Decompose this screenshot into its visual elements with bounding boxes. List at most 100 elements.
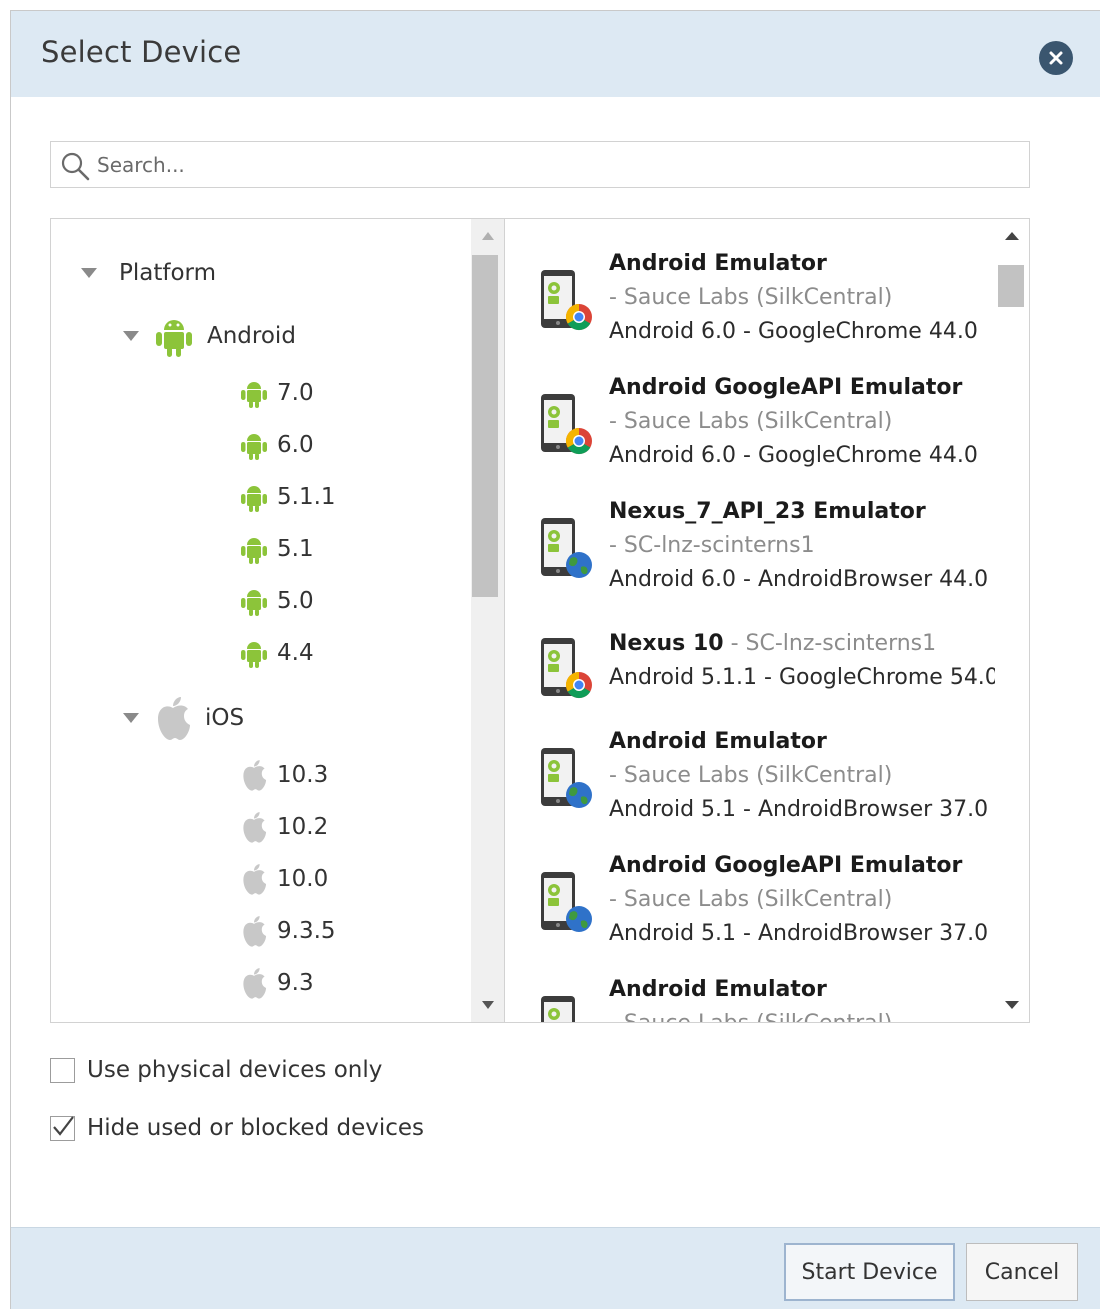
device-source: - Sauce Labs (SilkCentral) [609,887,893,912]
arrow-up-icon [482,232,494,240]
chrome-icon [565,303,592,331]
tree-node-ios-version[interactable]: 10.3 [239,755,328,795]
search-input[interactable] [97,148,1017,182]
tree-node-ios-version[interactable]: 10.0 [239,859,328,899]
device-list: Android Emulator - Sauce Labs (SilkCentra… [504,218,1030,1023]
device-text: Android GoogleAPI Emulator - Sauce Labs (… [609,371,978,473]
tree-node-ios-version[interactable]: 9.3 [239,963,314,1003]
device-source: - Sauce Labs (SilkCentral) [609,763,893,788]
tree-node-android[interactable]: Android [123,311,296,361]
tree-node-android-version[interactable]: 4.4 [239,633,314,673]
tree-node-platform[interactable]: Platform [81,253,216,293]
hide-used-devices-option[interactable]: Hide used or blocked devices [50,1115,424,1141]
physical-devices-only-option[interactable]: Use physical devices only [50,1057,382,1083]
device-line: Nexus 10 - SC-lnz-scinterns1 [609,627,999,661]
scroll-up-button[interactable] [995,219,1029,253]
tree-node-label: 9.3.5 [277,918,336,944]
physical-devices-only-checkbox[interactable] [50,1057,75,1083]
device-list-item[interactable]: Android Emulator - Sauce Labs (SilkCentra… [505,729,997,851]
arrow-down-icon [1005,1001,1019,1009]
android-icon [241,538,267,564]
tree-scrollbar[interactable] [471,219,504,1022]
select-device-dialog: Select Device Platform [10,10,1100,1309]
tree-node-ios-version[interactable]: 10.2 [239,807,328,847]
device-os: Android 6.0 - AndroidBrowser 44.0 [609,567,989,592]
tree-node-android-version[interactable]: 5.1 [239,529,314,569]
apple-icon [243,968,267,999]
collapse-icon[interactable] [123,331,139,341]
mobile-device-icon [541,996,575,1022]
device-source: - SC-lnz-scinterns1 [730,631,937,656]
device-list-item[interactable]: Nexus_7_API_23 Emulator - SC-lnz-scintern… [505,499,997,621]
device-list-item[interactable]: Android GoogleAPI Emulator - Sauce Labs (… [505,375,997,497]
globe-icon [566,552,592,578]
device-list-scrollbar[interactable] [995,219,1029,1022]
checkmark-icon [53,1115,74,1136]
arrow-up-icon [1005,232,1019,240]
platform-tree: Platform Android 7.0 6.0 5.1.1 5.1 5.0 4.4 [50,218,504,1023]
device-text: Android GoogleAPI Emulator - Sauce Labs (… [609,849,988,951]
device-icon [539,871,593,935]
tree-node-label: 4.4 [277,640,314,666]
scroll-thumb[interactable] [998,265,1024,307]
device-name: Nexus_7_API_23 Emulator [609,499,926,524]
apple-icon [243,760,267,791]
collapse-icon[interactable] [123,713,139,723]
close-button[interactable] [1039,41,1073,75]
device-os: Android 5.1.1 - GoogleChrome 54.0 [609,665,999,690]
device-text: Android Emulator - Sauce Labs (SilkCentra… [609,247,978,349]
tree-node-ios[interactable]: iOS [123,693,244,743]
device-icon [539,995,593,1022]
mobile-device-icon [541,270,592,331]
apple-icon [158,697,190,740]
tree-node-android-version[interactable]: 6.0 [239,425,314,465]
close-icon [1049,51,1063,65]
android-icon [241,642,267,668]
tree-node-label: 10.0 [277,866,329,892]
tree-node-label: 10.2 [277,814,329,840]
globe-icon [566,906,592,932]
dialog-header: Select Device [11,11,1100,97]
device-list-item[interactable]: Android Emulator - Sauce Labs (SilkCentra… [505,977,997,1022]
device-source: - Sauce Labs (SilkCentral) [609,409,893,434]
apple-icon [243,916,267,947]
dialog-title: Select Device [41,35,242,69]
scroll-up-button[interactable] [471,219,504,253]
device-source: - SC-lnz-scinterns1 [609,533,815,558]
device-os: Android 5.1 - AndroidBrowser 37.0 [609,797,989,822]
android-icon [241,590,267,616]
option-label: Hide used or blocked devices [87,1115,425,1141]
scroll-down-button[interactable] [995,988,1029,1022]
tree-node-label: Platform [119,260,216,286]
cancel-button[interactable]: Cancel [966,1243,1078,1301]
option-label: Use physical devices only [87,1057,383,1083]
device-list-item[interactable]: Android Emulator - Sauce Labs (SilkCentra… [505,251,997,373]
tree-node-label: 6.0 [277,432,314,458]
device-source: - Sauce Labs (SilkCentral) [609,1007,892,1022]
scroll-thumb[interactable] [472,255,498,597]
tree-node-android-version[interactable]: 5.1.1 [239,477,336,517]
tree-node-label: 5.1.1 [277,484,336,510]
start-device-button[interactable]: Start Device [784,1243,955,1301]
collapse-icon[interactable] [81,268,97,278]
device-icon [539,269,593,333]
mobile-device-icon [541,748,592,808]
hide-used-devices-checkbox[interactable] [50,1115,75,1141]
device-os: Android 6.0 - GoogleChrome 44.0 [609,319,978,344]
device-name: Android Emulator [609,729,827,754]
tree-node-android-version[interactable]: 5.0 [239,581,314,621]
scroll-down-button[interactable] [471,988,504,1022]
android-icon [241,434,267,460]
device-name: Android GoogleAPI Emulator [609,375,963,400]
mobile-device-icon [541,638,592,699]
device-text: Nexus_7_API_23 Emulator - SC-lnz-scintern… [609,495,988,597]
tree-node-label: 5.0 [277,588,314,614]
device-list-item[interactable]: Android GoogleAPI Emulator - Sauce Labs (… [505,853,997,975]
chrome-icon [565,671,592,699]
apple-icon [243,864,267,895]
device-name: Android Emulator [609,977,827,1002]
mobile-device-icon [541,872,592,932]
device-source: - Sauce Labs (SilkCentral) [609,285,893,310]
tree-node-android-version[interactable]: 7.0 [239,373,314,413]
tree-node-ios-version[interactable]: 9.3.5 [239,911,336,951]
